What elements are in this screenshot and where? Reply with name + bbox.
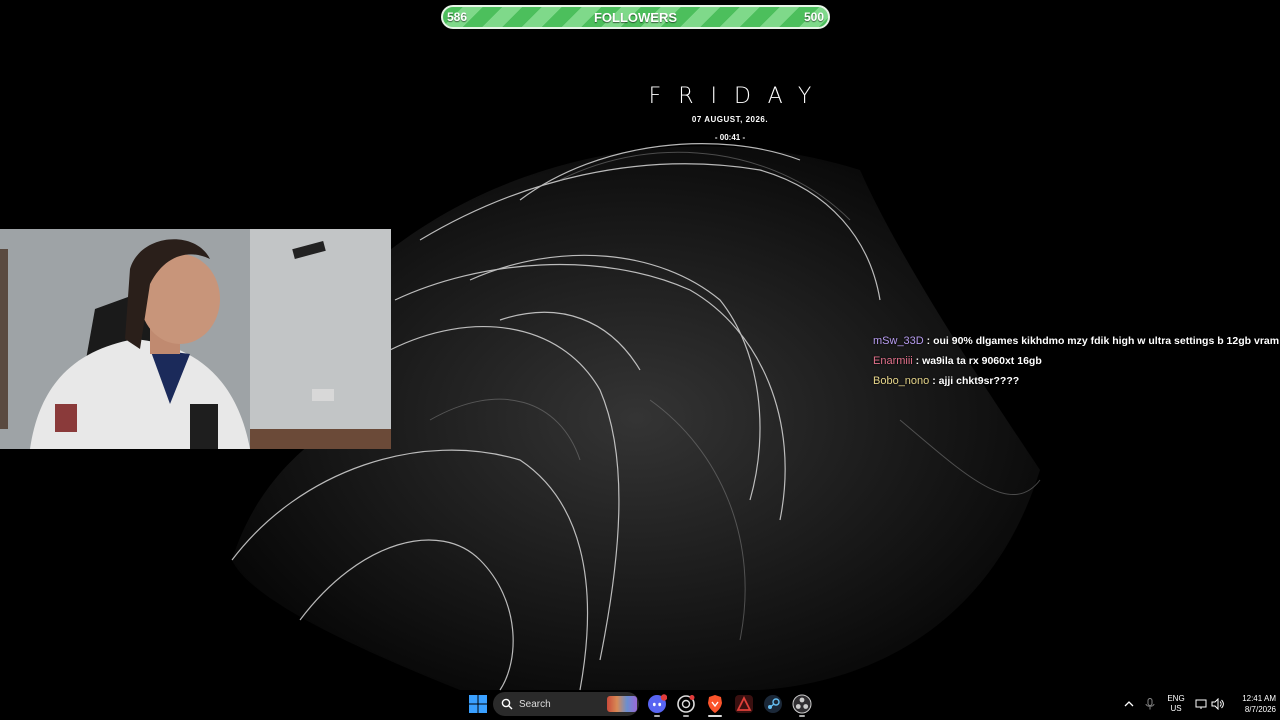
taskbar-app-affinity[interactable]: [731, 691, 757, 717]
date-text: 07 AUGUST, 2026.: [691, 115, 769, 124]
obs-icon: [792, 694, 812, 714]
search-box[interactable]: Search: [493, 692, 639, 716]
search-label: Search: [519, 698, 551, 710]
chat-username: Bobo_nono: [873, 375, 930, 387]
chat-text: ajji chkt9sr????: [938, 375, 1020, 387]
chatgpt-icon: [677, 695, 695, 713]
follower-target: 500: [803, 10, 824, 24]
chat-separator: :: [929, 375, 939, 387]
start-button[interactable]: [467, 691, 489, 717]
language-code: ENG: [1167, 694, 1185, 703]
taskbar: Search ENG US 12:41 AM 8/7/2026: [0, 688, 1280, 720]
follower-goal-bar: 586 FOLLOWERS 500: [441, 5, 830, 29]
tray-overflow-button[interactable]: [1121, 688, 1137, 720]
clock-date: 8/7/2026: [1244, 705, 1276, 714]
windows-icon: [469, 695, 487, 713]
system-clock[interactable]: 12:41 AM 8/7/2026: [1226, 688, 1276, 720]
chat-separator: :: [923, 335, 934, 347]
chat-username: mSw_33D: [873, 335, 924, 347]
microphone-icon: [1145, 698, 1155, 710]
chat-message: Enarmiii : wa9ila ta rx 9060xt 16gb: [873, 351, 1277, 371]
chevron-up-icon: [1124, 701, 1134, 707]
chat-separator: :: [912, 355, 923, 367]
search-highlight-image: [607, 696, 637, 712]
chat-message: mSw_33D : oui 90% dlgames kikhdmo mzy fd…: [873, 331, 1280, 351]
chat-overlay: mSw_33D : oui 90% dlgames kikhdmo mzy fd…: [873, 331, 1280, 391]
chat-text: oui 90% dlgames kikhdmo mzy fdik high w …: [933, 335, 1280, 347]
affinity-icon: [735, 695, 753, 713]
clock-time: 12:41 AM: [1242, 694, 1276, 703]
taskbar-app-discord[interactable]: [644, 691, 670, 717]
time-text: - 00:41 -: [714, 133, 746, 142]
follower-goal-label: FOLLOWERS: [593, 9, 678, 25]
brave-icon: [708, 695, 722, 713]
running-indicator: [799, 715, 805, 717]
network-icon: [1195, 699, 1207, 709]
taskbar-app-chatgpt[interactable]: [673, 691, 699, 717]
discord-icon: [648, 694, 667, 713]
language-indicator[interactable]: ENG US: [1162, 688, 1190, 720]
taskbar-app-obs[interactable]: [789, 691, 815, 717]
tray-microphone[interactable]: [1142, 688, 1158, 720]
chat-text: wa9ila ta rx 9060xt 16gb: [922, 355, 1042, 367]
chat-username: Enarmiii: [873, 355, 913, 367]
day-name: FRIDAY: [648, 84, 829, 109]
steam-icon: [764, 695, 782, 713]
running-indicator: [683, 715, 689, 717]
webcam-image: [0, 229, 391, 449]
tray-volume[interactable]: [1209, 688, 1225, 720]
tray-network[interactable]: [1193, 688, 1209, 720]
chat-message: Bobo_nono : ajji chkt9sr????: [873, 371, 1277, 391]
webcam-feed: [0, 229, 391, 449]
running-indicator: [708, 715, 722, 717]
running-indicator: [654, 715, 660, 717]
taskbar-app-steam[interactable]: [760, 691, 786, 717]
speaker-icon: [1211, 698, 1224, 710]
search-icon: [501, 698, 513, 710]
keyboard-layout: US: [1170, 704, 1182, 713]
taskbar-app-brave[interactable]: [702, 691, 728, 717]
follower-count: 586: [447, 10, 468, 24]
